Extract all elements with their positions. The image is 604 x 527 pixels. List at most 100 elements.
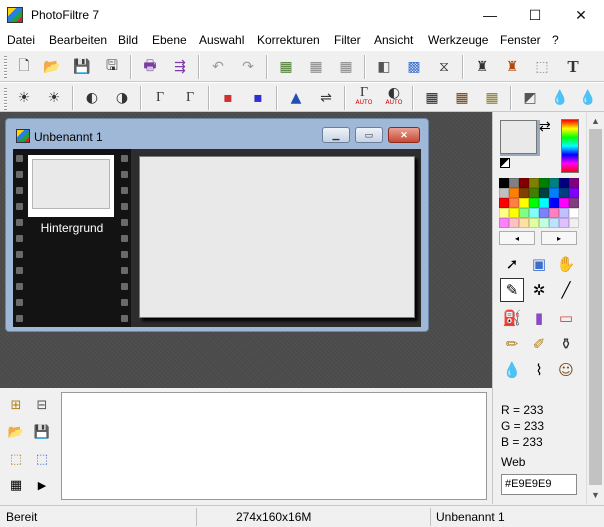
person-frame-icon[interactable]: ♜ <box>500 55 524 79</box>
menu-help[interactable]: ? <box>552 33 559 47</box>
palette-swatch[interactable] <box>529 208 539 218</box>
menu-bild[interactable]: Bild <box>118 33 138 47</box>
open-folder-icon[interactable]: 📂 <box>5 421 27 443</box>
palette-swatch[interactable] <box>529 188 539 198</box>
palette-swatch[interactable] <box>569 178 579 188</box>
scroll-down-icon[interactable]: ▼ <box>587 486 604 503</box>
brightness-minus-icon[interactable]: ☀ <box>12 86 36 110</box>
palette-swatch[interactable] <box>499 178 509 188</box>
gradient-icon[interactable]: ◧ <box>372 55 396 79</box>
transform-icon[interactable]: ⧖ <box>432 55 456 79</box>
gamma-plus-icon[interactable]: Γ <box>178 86 202 110</box>
doc-close-button[interactable]: ✕ <box>388 127 420 143</box>
maximize-button[interactable]: ☐ <box>512 0 558 30</box>
foreground-color-swatch[interactable] <box>500 120 537 154</box>
brush-tool-icon[interactable]: ✏ <box>500 332 524 356</box>
palette-swatch[interactable] <box>499 208 509 218</box>
stamp-tool-icon[interactable]: ⚱ <box>554 332 578 356</box>
line-tool-icon[interactable]: ╱ <box>554 278 578 302</box>
menu-filter[interactable]: Filter <box>334 33 361 47</box>
palette-swatch[interactable] <box>539 198 549 208</box>
default-colors-icon[interactable] <box>500 158 510 168</box>
palette-swatch[interactable] <box>539 218 549 228</box>
spray-tool-icon[interactable]: ▮ <box>527 306 551 330</box>
print-icon[interactable]: 🖶 <box>138 55 162 79</box>
palette-swatch[interactable] <box>539 178 549 188</box>
curves-icon[interactable]: ⇌ <box>314 86 338 110</box>
palette-swatch[interactable] <box>509 198 519 208</box>
palette-swatch[interactable] <box>549 218 559 228</box>
palette-prev-button[interactable]: ◂ <box>499 231 535 245</box>
swap-colors-icon[interactable]: ⇄ <box>539 118 551 135</box>
menu-korrekturen[interactable]: Korrekturen <box>257 33 320 47</box>
palette-swatch[interactable] <box>519 208 529 218</box>
select-tool-icon[interactable]: ▣ <box>527 252 551 276</box>
document-window[interactable]: Unbenannt 1 ▁ ▭ ✕ Hintergrund <box>5 118 429 332</box>
doc-minimize-button[interactable]: ▁ <box>322 127 350 143</box>
palette-swatch[interactable] <box>539 188 549 198</box>
color-palette[interactable] <box>499 178 579 230</box>
menu-fenster[interactable]: Fenster <box>500 33 541 47</box>
web-color-field[interactable]: #E9E9E9 <box>501 474 577 495</box>
advanced-brush-tool-icon[interactable]: ✐ <box>527 332 551 356</box>
play-icon[interactable]: ▶ <box>31 474 53 496</box>
palette-swatch[interactable] <box>569 218 579 228</box>
scroll-up-icon[interactable]: ▲ <box>587 112 604 129</box>
grid-dark-icon[interactable]: ▦ <box>420 86 444 110</box>
magic-wand-tool-icon[interactable]: ✲ <box>527 278 551 302</box>
grid-brown-icon[interactable]: ▦ <box>450 86 474 110</box>
palette-swatch[interactable] <box>519 218 529 228</box>
palette-swatch[interactable] <box>549 208 559 218</box>
palette-swatch[interactable] <box>499 198 509 208</box>
scrollbar[interactable]: ▲ ▼ <box>586 112 604 504</box>
palette-swatch[interactable] <box>559 198 569 208</box>
person-icon[interactable]: ♜ <box>470 55 494 79</box>
redo-icon[interactable]: ↷ <box>236 55 260 79</box>
palette-swatch[interactable] <box>499 218 509 228</box>
palette-swatch[interactable] <box>559 218 569 228</box>
image-icon[interactable]: ▦ <box>274 55 298 79</box>
palette-swatch[interactable] <box>519 188 529 198</box>
image-copy-icon[interactable]: ▦ <box>334 55 358 79</box>
menu-werkzeuge[interactable]: Werkzeuge <box>428 33 488 47</box>
palette-swatch[interactable] <box>559 208 569 218</box>
fill-bucket-tool-icon[interactable]: ⛽ <box>500 306 524 330</box>
palette-swatch[interactable] <box>569 188 579 198</box>
arrow-tool-icon[interactable]: ➚ <box>500 252 524 276</box>
gamma-minus-icon[interactable]: Γ <box>148 86 172 110</box>
save-icon[interactable]: 💾 <box>70 55 94 79</box>
palette-swatch[interactable] <box>529 178 539 188</box>
palette-swatch[interactable] <box>549 198 559 208</box>
drop-fill-icon[interactable]: 💧 <box>576 86 600 110</box>
palette-swatch[interactable] <box>559 188 569 198</box>
auto-contrast-icon[interactable]: ◐ AUTO <box>382 84 406 108</box>
image-gray-icon[interactable]: ▦ <box>304 55 328 79</box>
blur-drop-tool-icon[interactable]: 💧 <box>500 358 524 382</box>
palette-swatch[interactable] <box>509 208 519 218</box>
palette-swatch[interactable] <box>529 218 539 228</box>
palette-swatch[interactable] <box>539 208 549 218</box>
contrast-minus-icon[interactable]: ◐ <box>80 86 104 110</box>
grid-olive-icon[interactable]: ▦ <box>480 86 504 110</box>
layer-props-icon[interactable]: ⊟ <box>31 394 53 416</box>
explorer-panel[interactable] <box>61 392 487 500</box>
palette-swatch[interactable] <box>499 188 509 198</box>
palette-swatch[interactable] <box>519 178 529 188</box>
levels-icon[interactable]: ▲ <box>284 86 308 110</box>
palette-swatch[interactable] <box>509 218 519 228</box>
menu-ebene[interactable]: Ebene <box>152 33 187 47</box>
palette-swatch[interactable] <box>569 198 579 208</box>
palette-swatch[interactable] <box>549 178 559 188</box>
palette-swatch[interactable] <box>529 198 539 208</box>
smudge-tool-icon[interactable]: ⌇ <box>527 358 551 382</box>
grid-doc-icon[interactable]: ▦ <box>5 474 27 496</box>
drop-icon[interactable]: 💧 <box>548 86 572 110</box>
save-as-icon[interactable]: 🖫 <box>100 55 124 79</box>
contrast-plus-icon[interactable]: ◑ <box>110 86 134 110</box>
palette-next-button[interactable]: ▸ <box>541 231 577 245</box>
toolbar-grip[interactable] <box>4 88 7 110</box>
open-icon[interactable]: 📂 <box>40 55 64 79</box>
text-icon[interactable]: T <box>561 55 585 79</box>
brightness-plus-icon[interactable]: ☀ <box>42 86 66 110</box>
hand-tool-icon[interactable]: ✋ <box>554 252 578 276</box>
